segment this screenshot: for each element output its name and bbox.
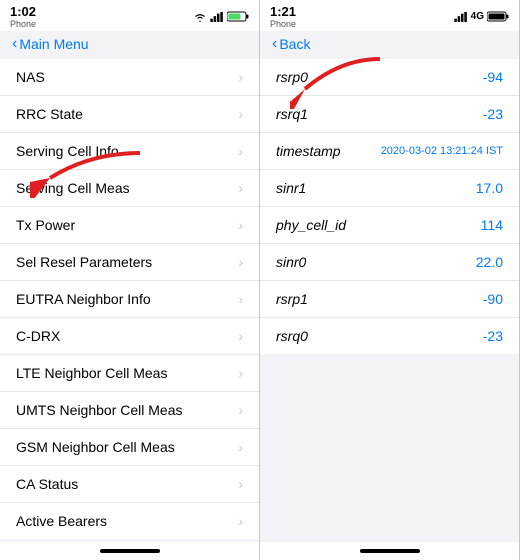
left-status-bar: 1:02 Phone xyxy=(0,0,259,31)
app-container: 1:02 Phone xyxy=(0,0,520,560)
list-item-sel-resel[interactable]: Sel Resel Parameters › xyxy=(0,244,259,281)
detail-phy-cell-id-key: phy_cell_id xyxy=(276,217,346,233)
list-item-eutra-chevron: › xyxy=(238,291,243,307)
list-item-sel-label: Sel Resel Parameters xyxy=(16,254,152,270)
right-status-icons: 4G xyxy=(454,11,509,22)
left-list: NAS › RRC State › Serving Cell Info › Se… xyxy=(0,59,259,539)
list-item-sel-chevron: › xyxy=(238,254,243,270)
list-item-lte-label: LTE Neighbor Cell Meas xyxy=(16,365,167,381)
list-item-gsm-label: GSM Neighbor Cell Meas xyxy=(16,439,175,455)
detail-phy-cell-id-value: 114 xyxy=(481,217,503,233)
detail-sinr1-value: 17.0 xyxy=(476,180,503,196)
right-status-bar: 1:21 Phone 4G xyxy=(260,0,519,31)
right-home-bar xyxy=(360,549,420,553)
list-item-umts[interactable]: UMTS Neighbor Cell Meas › xyxy=(0,392,259,429)
list-item-serving-cell-info[interactable]: Serving Cell Info › xyxy=(0,133,259,170)
battery-icon xyxy=(227,11,249,22)
right-home-indicator xyxy=(260,542,519,560)
right-status-label: Phone xyxy=(270,19,296,29)
list-item-umts-label: UMTS Neighbor Cell Meas xyxy=(16,402,183,418)
list-item-ca-status[interactable]: CA Status › xyxy=(0,466,259,503)
list-item-gsm[interactable]: GSM Neighbor Cell Meas › xyxy=(0,429,259,466)
list-item-umts-chevron: › xyxy=(238,402,243,418)
left-home-indicator xyxy=(0,542,259,560)
detail-rsrq1: rsrq1 -23 xyxy=(260,96,519,133)
right-back-button[interactable]: ‹ Back xyxy=(272,35,310,53)
list-item-tx-label: Tx Power xyxy=(16,217,75,233)
left-status-icons xyxy=(193,11,249,22)
detail-rsrp1-key: rsrp1 xyxy=(276,291,308,307)
right-back-label: Back xyxy=(279,36,310,52)
detail-sinr0-value: 22.0 xyxy=(476,254,503,270)
list-item-lte-chevron: › xyxy=(238,365,243,381)
left-home-bar xyxy=(100,549,160,553)
detail-rsrq1-key: rsrq1 xyxy=(276,106,308,122)
list-item-nas[interactable]: NAS › xyxy=(0,59,259,96)
detail-rsrq0: rsrq0 -23 xyxy=(260,318,519,354)
left-panel: 1:02 Phone xyxy=(0,0,260,560)
list-item-sci-chevron: › xyxy=(238,143,243,159)
list-item-scm-chevron: › xyxy=(238,180,243,196)
list-item-scm-label: Serving Cell Meas xyxy=(16,180,130,196)
list-item-nas-chevron: › xyxy=(238,69,243,85)
detail-timestamp-key: timestamp xyxy=(276,143,341,159)
detail-timestamp: timestamp 2020-03-02 13:21:24 IST xyxy=(260,133,519,170)
detail-sinr0: sinr0 22.0 xyxy=(260,244,519,281)
list-item-cdrx-label: C-DRX xyxy=(16,328,60,344)
list-item-gsm-chevron: › xyxy=(238,439,243,455)
detail-timestamp-value: 2020-03-02 13:21:24 IST xyxy=(381,145,503,157)
list-item-rrc-state[interactable]: RRC State › xyxy=(0,96,259,133)
network-type-label: 4G xyxy=(471,11,484,22)
left-status-left: 1:02 Phone xyxy=(10,4,36,29)
list-item-serving-cell-meas[interactable]: Serving Cell Meas › xyxy=(0,170,259,207)
detail-rsrq0-key: rsrq0 xyxy=(276,328,308,344)
detail-rsrp1-value: -90 xyxy=(483,291,503,307)
list-item-active-bearers[interactable]: Active Bearers › xyxy=(0,503,259,539)
list-item-eutra-label: EUTRA Neighbor Info xyxy=(16,291,151,307)
left-back-label: Main Menu xyxy=(19,36,88,52)
list-item-ab-label: Active Bearers xyxy=(16,513,107,529)
detail-sinr1: sinr1 17.0 xyxy=(260,170,519,207)
detail-rsrp1: rsrp1 -90 xyxy=(260,281,519,318)
detail-sinr0-key: sinr0 xyxy=(276,254,306,270)
left-status-label: Phone xyxy=(10,19,36,29)
detail-rsrp0-key: rsrp0 xyxy=(276,69,308,85)
right-panel: 1:21 Phone 4G ‹ xyxy=(260,0,520,560)
list-item-ca-chevron: › xyxy=(238,476,243,492)
left-time: 1:02 xyxy=(10,4,36,19)
detail-sinr1-key: sinr1 xyxy=(276,180,306,196)
right-status-left: 1:21 Phone xyxy=(270,4,296,29)
list-item-sci-label: Serving Cell Info xyxy=(16,143,119,159)
list-item-tx-chevron: › xyxy=(238,217,243,233)
right-time: 1:21 xyxy=(270,4,296,19)
left-back-button[interactable]: ‹ Main Menu xyxy=(12,35,89,53)
left-back-chevron-icon: ‹ xyxy=(12,35,17,53)
right-battery-icon xyxy=(487,11,509,22)
list-item-ca-label: CA Status xyxy=(16,476,78,492)
detail-phy-cell-id: phy_cell_id 114 xyxy=(260,207,519,244)
right-signal-icon xyxy=(454,12,468,22)
detail-rsrp0: rsrp0 -94 xyxy=(260,59,519,96)
wifi-icon xyxy=(193,12,207,22)
list-item-lte-neighbor[interactable]: LTE Neighbor Cell Meas › xyxy=(0,355,259,392)
right-nav-bar: ‹ Back xyxy=(260,31,519,59)
list-item-cdrx[interactable]: C-DRX › xyxy=(0,318,259,355)
signal-icon xyxy=(210,12,224,22)
list-item-cdrx-chevron: › xyxy=(238,328,243,344)
list-item-eutra[interactable]: EUTRA Neighbor Info › xyxy=(0,281,259,318)
right-detail-list: rsrp0 -94 rsrq1 -23 timestamp 2020-03-02… xyxy=(260,59,519,354)
detail-rsrp0-value: -94 xyxy=(483,69,503,85)
list-item-tx-power[interactable]: Tx Power › xyxy=(0,207,259,244)
left-nav-bar: ‹ Main Menu xyxy=(0,31,259,59)
detail-rsrq1-value: -23 xyxy=(483,106,503,122)
list-item-rrc-state-label: RRC State xyxy=(16,106,83,122)
list-item-ab-chevron: › xyxy=(238,513,243,529)
detail-rsrq0-value: -23 xyxy=(483,328,503,344)
list-item-nas-label: NAS xyxy=(16,69,45,85)
list-item-rrc-chevron: › xyxy=(238,106,243,122)
right-back-chevron-icon: ‹ xyxy=(272,35,277,53)
